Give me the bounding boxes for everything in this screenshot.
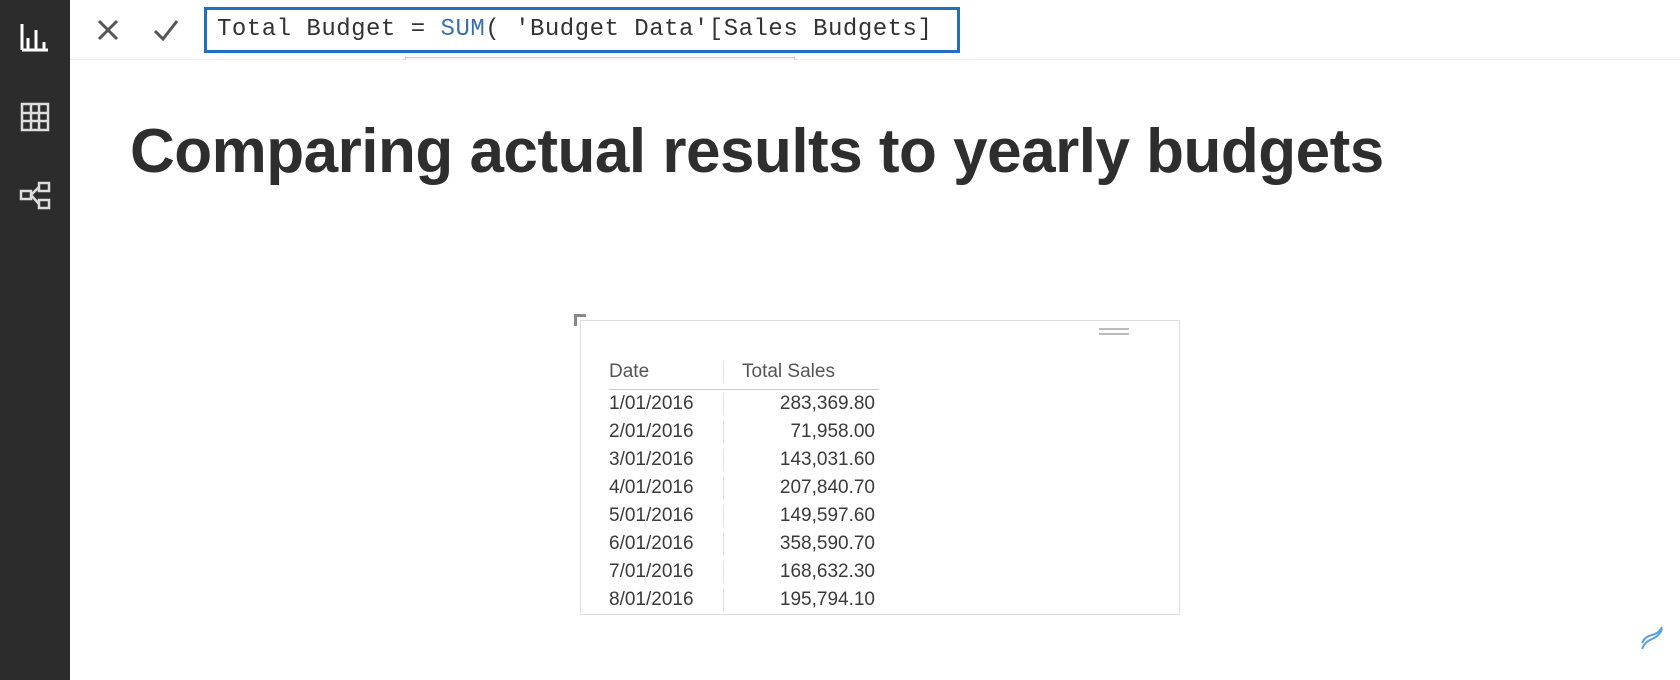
cell-date: 7/01/2016 (609, 561, 724, 583)
page-title: Comparing actual results to yearly budge… (130, 116, 1384, 187)
cell-value: 149,597.60 (724, 505, 879, 527)
bar-chart-icon (18, 20, 52, 54)
table-header-row: Date Total Sales (609, 361, 879, 390)
column-header-value[interactable]: Total Sales (724, 361, 879, 383)
selection-corner-icon (574, 314, 586, 326)
formula-equals: = (396, 16, 441, 43)
cell-date: 2/01/2016 (609, 421, 724, 443)
formula-open: ( (485, 16, 515, 43)
cell-date: 8/01/2016 (609, 589, 724, 611)
table-row: 7/01/2016 168,632.30 (609, 558, 879, 586)
app-root: Total Budget = SUM( 'Budget Data'[Sales … (0, 0, 1680, 680)
cell-value: 143,031.60 (724, 449, 879, 471)
formula-function: SUM (441, 16, 486, 43)
table-row: 5/01/2016 149,597.60 (609, 502, 879, 530)
grid-icon (19, 101, 51, 133)
cell-value: 207,840.70 (724, 477, 879, 499)
commit-formula-button[interactable] (146, 10, 186, 50)
table-visual[interactable]: Date Total Sales 1/01/2016 283,369.80 2/… (580, 320, 1180, 615)
formula-input-wrap: Total Budget = SUM( 'Budget Data'[Sales … (204, 7, 960, 53)
cell-value: 168,632.30 (724, 561, 879, 583)
report-canvas[interactable]: Comparing actual results to yearly budge… (70, 60, 1680, 680)
model-icon (18, 180, 52, 214)
table-row: 4/01/2016 207,840.70 (609, 474, 879, 502)
check-icon (151, 15, 181, 45)
data-view-button[interactable] (16, 98, 54, 136)
close-icon (95, 17, 121, 43)
data-table: Date Total Sales 1/01/2016 283,369.80 2/… (609, 361, 879, 614)
view-switcher-rail (0, 0, 70, 680)
cell-date: 4/01/2016 (609, 477, 724, 499)
table-row: 2/01/2016 71,958.00 (609, 418, 879, 446)
model-view-button[interactable] (16, 178, 54, 216)
formula-arg: 'Budget Data'[Sales Budgets] (515, 16, 932, 43)
watermark-icon (1638, 625, 1666, 656)
main-area: Total Budget = SUM( 'Budget Data'[Sales … (70, 0, 1680, 680)
table-row: 3/01/2016 143,031.60 (609, 446, 879, 474)
cell-date: 6/01/2016 (609, 533, 724, 555)
formula-input[interactable]: Total Budget = SUM( 'Budget Data'[Sales … (204, 7, 960, 53)
formula-close (932, 16, 947, 43)
cell-date: 1/01/2016 (609, 393, 724, 415)
report-view-button[interactable] (16, 18, 54, 56)
cell-date: 3/01/2016 (609, 449, 724, 471)
formula-bar: Total Budget = SUM( 'Budget Data'[Sales … (70, 0, 1680, 60)
cell-value: 195,794.10 (724, 589, 879, 611)
cell-value: 71,958.00 (724, 421, 879, 443)
cell-date: 5/01/2016 (609, 505, 724, 527)
table-row: 6/01/2016 358,590.70 (609, 530, 879, 558)
drag-handle-icon[interactable] (1099, 328, 1129, 338)
column-header-date[interactable]: Date (609, 361, 724, 383)
cancel-formula-button[interactable] (88, 10, 128, 50)
table-row: 8/01/2016 195,794.10 (609, 586, 879, 614)
formula-measure-name: Total Budget (217, 16, 396, 43)
cell-value: 283,369.80 (724, 393, 879, 415)
cell-value: 358,590.70 (724, 533, 879, 555)
table-row: 1/01/2016 283,369.80 (609, 390, 879, 418)
